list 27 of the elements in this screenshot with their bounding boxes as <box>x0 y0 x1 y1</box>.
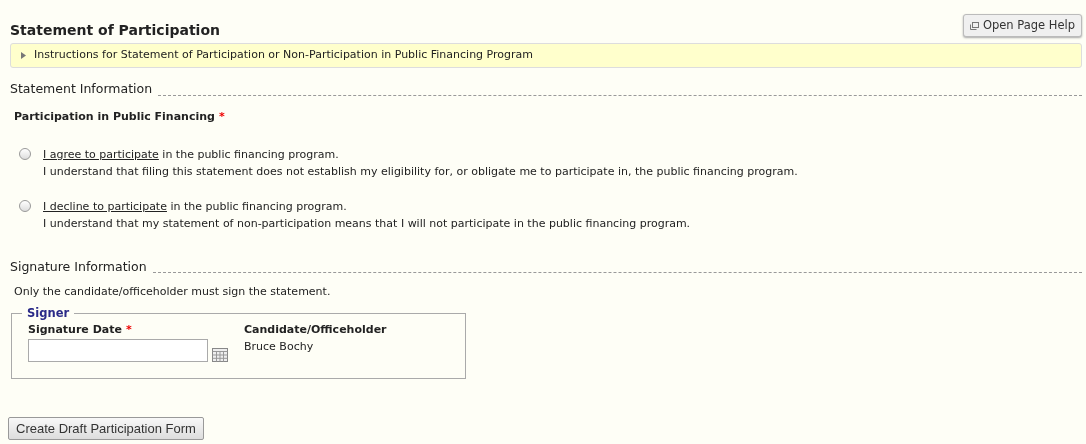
required-mark: * <box>218 109 225 126</box>
section-heading: Signature Information <box>10 257 147 276</box>
radio-button[interactable] <box>19 199 31 212</box>
group-legend: Signer <box>22 304 75 323</box>
help-button[interactable]: Open Page Help <box>962 14 1082 38</box>
option-link[interactable]: I decline to participate <box>43 199 167 213</box>
submit-button[interactable]: Create Draft Participation Form <box>8 416 204 441</box>
option-label: I agree to participate in the public financing program. <box>43 146 340 163</box>
option-link[interactable]: I agree to participate <box>43 147 159 161</box>
field-value: Bruce Bochy <box>244 338 315 355</box>
field-label: Candidate/Officeholder <box>244 322 387 339</box>
required-mark: * <box>125 322 132 339</box>
section-heading: Statement Information <box>10 80 153 99</box>
page-title: Statement of Participation <box>10 22 220 39</box>
field-label: Participation in Public Financing <box>14 109 215 126</box>
option-note: I understand that my statement of non-participation means that I will not participate in the public financing program. <box>43 215 691 232</box>
date-field[interactable] <box>28 338 208 362</box>
field-label: Signature Date <box>28 322 122 339</box>
calendar-icon[interactable] <box>212 347 228 362</box>
instructions-panel[interactable]: Instructions for Statement of Participation or Non-Participation in Public Financing Program <box>10 42 1082 69</box>
radio-button[interactable] <box>19 147 31 160</box>
signature-note: Only the candidate/officeholder must sign the statement. <box>14 284 332 301</box>
instructions-text: Instructions for Statement of Participation or Non-Participation in Public Financing Program <box>34 46 533 63</box>
option-label: I decline to participate in the public financing program. <box>43 198 348 215</box>
popup-icon <box>969 21 979 30</box>
expand-icon[interactable] <box>21 51 26 59</box>
option-note: I understand that filing this statement does not establish my eligibility for, or obligate me to participate in, the public financing program. <box>43 163 798 180</box>
